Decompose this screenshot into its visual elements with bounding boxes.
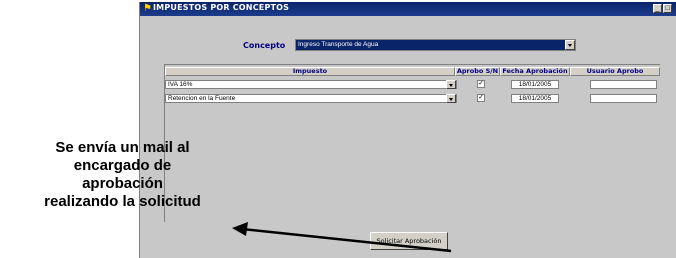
arrow-line: [241, 227, 452, 253]
annotation-arrow: [232, 222, 452, 253]
arrow-head: [232, 222, 248, 236]
